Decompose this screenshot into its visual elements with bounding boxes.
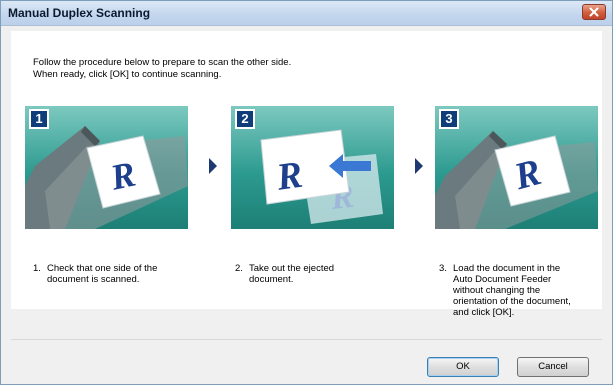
step-2-badge: 2 (235, 109, 255, 129)
dialog-window: Manual Duplex Scanning Follow the proced… (0, 0, 613, 385)
step-3-line-4: orientation of the document, (453, 296, 571, 307)
step-1-line-2: document is scanned. (47, 274, 140, 285)
title-bar[interactable]: Manual Duplex Scanning (1, 1, 612, 26)
step-2-illustration: R R 2 (231, 106, 394, 229)
step-2-line-2: document. (249, 274, 294, 285)
step-1-line-1: Check that one side of the (47, 263, 158, 274)
instruction-line-1: Follow the procedure below to prepare to… (33, 57, 292, 68)
step-3-badge: 3 (439, 109, 459, 129)
arrow-right-icon (209, 158, 217, 174)
step-3-line-5: and click [OK]. (453, 307, 515, 318)
footer-separator (11, 339, 602, 340)
step-2-number: 2. (235, 263, 243, 274)
step-3-line-2: Auto Document Feeder (453, 274, 552, 285)
step-1-illustration: R 1 (25, 106, 188, 229)
load-document-image: R (435, 131, 598, 229)
content-area: Follow the procedure below to prepare to… (11, 31, 602, 318)
ok-button[interactable]: OK (427, 357, 499, 377)
instruction-line-2: When ready, click [OK] to continue scann… (33, 69, 222, 80)
step-1-number: 1. (33, 263, 41, 274)
step-3-number: 3. (439, 263, 447, 274)
instructions: Follow the procedure below to prepare to… (33, 57, 291, 81)
step-2-line-1: Take out the ejected (249, 263, 335, 274)
step-1-badge: 1 (29, 109, 49, 129)
close-icon (589, 7, 599, 17)
scanner-document-image: R (25, 126, 188, 229)
eject-document-image: R R (260, 129, 383, 224)
close-button[interactable] (582, 4, 606, 20)
step-3-illustration: R 3 (435, 106, 598, 229)
arrow-right-icon (415, 158, 423, 174)
window-title: Manual Duplex Scanning (8, 6, 151, 20)
step-3-line-1: Load the document in the (453, 263, 561, 274)
cancel-button[interactable]: Cancel (517, 357, 589, 377)
step-3-line-3: without changing the (453, 285, 541, 296)
